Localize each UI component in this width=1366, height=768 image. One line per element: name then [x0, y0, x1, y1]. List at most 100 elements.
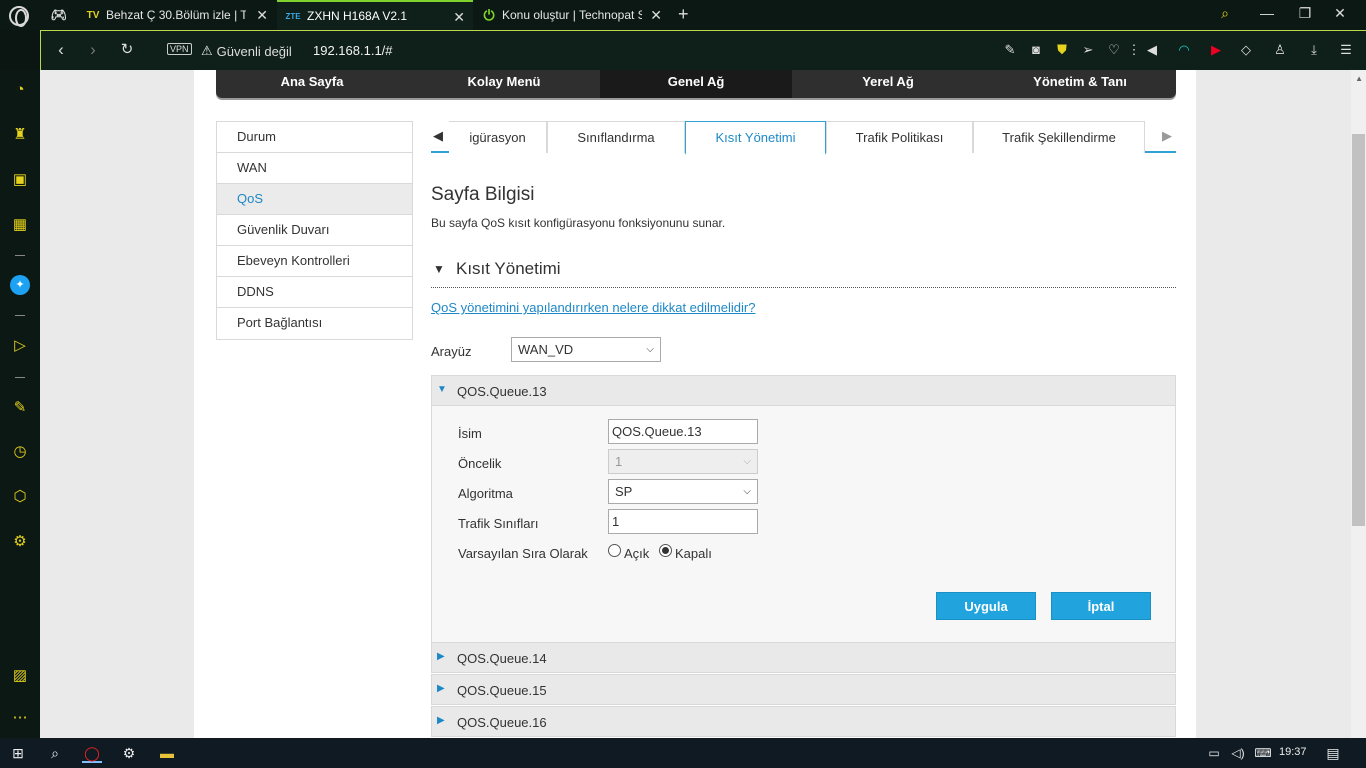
scroll-up-icon[interactable]: ▲	[1355, 74, 1363, 83]
tab-behzat[interactable]: TV Behzat Ç 30.Bölüm izle | Tvl ✕	[78, 0, 276, 30]
opera-logo-icon[interactable]	[9, 6, 29, 27]
download-icon[interactable]: ⤓	[1305, 41, 1323, 59]
youtube-icon[interactable]: ▶	[1207, 41, 1225, 59]
cube-icon[interactable]: ◇	[1237, 41, 1255, 59]
settings-menu-icon[interactable]: ☰	[1337, 41, 1355, 59]
queue-name: QOS.Queue.14	[457, 651, 547, 666]
top-menu: Ana Sayfa Kolay Menü Genel Ağ Yerel Ağ Y…	[216, 70, 1176, 98]
top-menu-item-ana-sayfa[interactable]: Ana Sayfa	[216, 70, 408, 98]
settings-icon[interactable]: ⚙	[10, 532, 30, 552]
search-icon[interactable]: ⌕	[45, 743, 65, 763]
extensions-icon[interactable]: ⬡	[10, 487, 30, 507]
send-icon[interactable]: ➢	[1079, 41, 1097, 59]
menu-dots-icon[interactable]: ⋮	[1125, 41, 1143, 59]
algorithm-select[interactable]: SP ⌵	[608, 479, 758, 504]
collapse-triangle-icon[interactable]: ▼	[433, 262, 445, 276]
name-input[interactable]: QOS.Queue.13	[608, 419, 758, 444]
close-tab-icon[interactable]: ✕	[256, 7, 268, 24]
minimize-button[interactable]: —	[1252, 5, 1282, 21]
top-menu-item-genel-ag[interactable]: Genel Ağ	[600, 70, 792, 98]
left-nav-item-qos[interactable]: QoS	[217, 184, 412, 215]
twitch-icon[interactable]: ▣	[10, 170, 30, 190]
priority-label: Öncelik	[458, 456, 502, 471]
chevron-down-icon: ⌵	[743, 456, 751, 467]
tab-trafik-sekillendirme[interactable]: Trafik Şekillendirme	[973, 121, 1145, 153]
top-menu-item-yerel-ag[interactable]: Yerel Ağ	[792, 70, 984, 98]
tab-trafik-politikasi[interactable]: Trafik Politikası	[826, 121, 973, 153]
queue-header[interactable]: ▶ QOS.Queue.14	[431, 642, 1176, 673]
tab-siniflandirma[interactable]: Sınıflandırma	[547, 121, 685, 153]
shield-icon[interactable]: ⛊	[1053, 41, 1071, 59]
url-input[interactable]: 192.168.1.1/#	[313, 43, 393, 58]
restore-button[interactable]: ❐	[1290, 5, 1320, 22]
apply-button[interactable]: Uygula	[936, 592, 1036, 620]
left-nav-item-ddns[interactable]: DDNS	[217, 277, 412, 308]
left-nav-item-port-baglantisi[interactable]: Port Bağlantısı	[217, 308, 412, 339]
close-tab-icon[interactable]: ✕	[453, 9, 465, 26]
section-title: Kısıt Yönetimi	[456, 259, 561, 278]
volume-icon[interactable]: ◁)	[1228, 743, 1248, 763]
page-scrollbar[interactable]: ▲	[1351, 70, 1366, 738]
queue-header[interactable]: ▶ QOS.Queue.16	[431, 706, 1176, 737]
sidebar-divider	[15, 315, 25, 316]
top-menu-item-kolay-menu[interactable]: Kolay Menü	[408, 70, 600, 98]
tabs-scroll-right-icon[interactable]: ▶	[1162, 128, 1172, 144]
priority-select[interactable]: 1 ⌵	[608, 449, 758, 474]
clock[interactable]: 19:37	[1279, 746, 1307, 758]
security-indicator[interactable]: ⚠ Güvenli değil	[201, 43, 292, 59]
twitter-icon[interactable]: ✦	[10, 275, 30, 295]
game-store-icon[interactable]: ♜	[10, 125, 30, 145]
traffic-classes-input[interactable]: 1	[608, 509, 758, 534]
left-nav-item-ebeveyn-kontrolleri[interactable]: Ebeveyn Kontrolleri	[217, 246, 412, 277]
cancel-button[interactable]: İptal	[1051, 592, 1151, 620]
tab-technopat[interactable]: ⏻ Konu oluştur | Technopat S ✕	[474, 0, 670, 30]
vpn-badge[interactable]: VPN	[167, 43, 192, 55]
windows-start-icon[interactable]: ⊞	[8, 743, 28, 763]
steam-icon[interactable]: ⚙	[119, 743, 139, 763]
queue-header[interactable]: ▶ QOS.Queue.15	[431, 674, 1176, 705]
queue-header[interactable]: ▼ QOS.Queue.13	[431, 375, 1176, 406]
reload-button[interactable]: ↻	[117, 40, 137, 58]
speaker-icon[interactable]: ◀	[1143, 41, 1161, 59]
keyboard-icon[interactable]: ⌨	[1253, 743, 1273, 763]
edit-icon[interactable]: ✎	[1001, 41, 1019, 59]
history-icon[interactable]: ◷	[10, 442, 30, 462]
forward-button[interactable]: ›	[83, 40, 103, 60]
back-button[interactable]: ‹	[51, 40, 71, 60]
news-icon[interactable]: ✎	[10, 398, 30, 418]
left-nav-item-durum[interactable]: Durum	[217, 122, 412, 153]
gamepad-tab[interactable]: 🎮︎	[44, 0, 74, 30]
close-tab-icon[interactable]: ✕	[650, 7, 662, 24]
opera-taskbar-icon[interactable]: ◯	[82, 743, 102, 763]
gauge-icon[interactable]: ◠	[1175, 41, 1193, 59]
left-nav-item-wan[interactable]: WAN	[217, 153, 412, 184]
gallery-icon[interactable]: ▨	[10, 666, 30, 686]
tab-zxhn[interactable]: ZTE ZXHN H168A V2.1 ✕	[277, 0, 473, 30]
more-icon[interactable]: ⋯	[10, 708, 30, 728]
default-queue-on-radio[interactable]	[608, 544, 621, 557]
default-queue-off-radio[interactable]	[659, 544, 672, 557]
section-header[interactable]: ▼ Kısıt Yönetimi	[431, 258, 1176, 288]
user-icon[interactable]: ♙	[1271, 41, 1289, 59]
tab-konfigurasyon[interactable]: igürasyon	[449, 121, 547, 153]
heart-icon[interactable]: ♡	[1105, 41, 1123, 59]
network-icon[interactable]: ▭	[1204, 743, 1224, 763]
help-link[interactable]: QoS yönetimini yapılandırırken nelere di…	[431, 300, 755, 315]
player-icon[interactable]: ▷	[10, 336, 30, 356]
page-info-title: Sayfa Bilgisi	[431, 184, 535, 205]
tab-search-icon[interactable]: ⌕	[1210, 5, 1240, 22]
speed-dial-icon[interactable]: ◔	[10, 80, 30, 100]
scroll-thumb[interactable]	[1352, 134, 1365, 526]
security-label: Güvenli değil	[216, 43, 292, 59]
tabs-scroll-left-icon[interactable]: ◀	[433, 128, 443, 144]
interface-select[interactable]: WAN_VD ⌵	[511, 337, 661, 362]
camera-icon[interactable]: ◙	[1027, 41, 1045, 59]
top-menu-item-yonetim[interactable]: Yönetim & Tanı	[984, 70, 1176, 98]
close-window-button[interactable]: ✕	[1325, 5, 1355, 22]
file-explorer-icon[interactable]: ▬	[157, 743, 177, 763]
cpu-icon[interactable]: ▦	[10, 215, 30, 235]
new-tab-button[interactable]: +	[678, 4, 689, 25]
notifications-icon[interactable]: ▤	[1323, 743, 1343, 763]
tab-kisit-yonetimi[interactable]: Kısıt Yönetimi	[685, 121, 826, 155]
left-nav-item-guvenlik-duvari[interactable]: Güvenlik Duvarı	[217, 215, 412, 246]
